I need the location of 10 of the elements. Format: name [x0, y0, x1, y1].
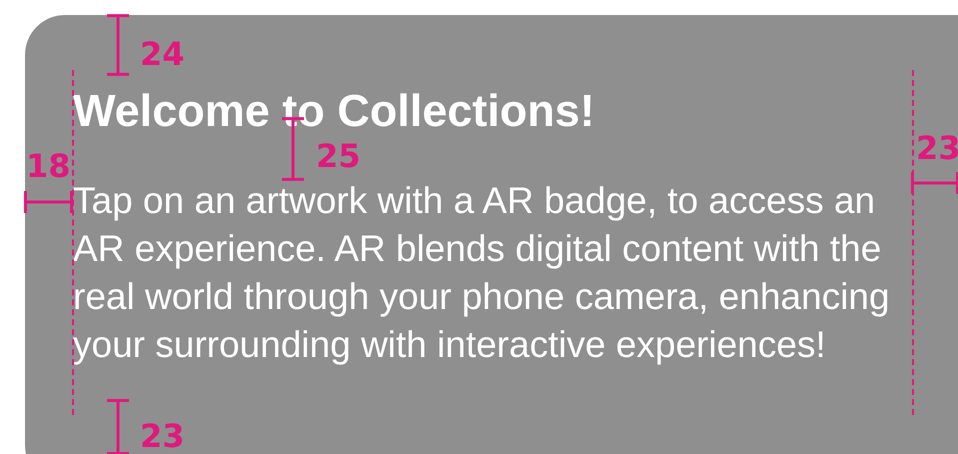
dimension-label: 25	[316, 138, 361, 174]
dimension-marker	[25, 191, 72, 213]
dimension-label: 24	[140, 36, 185, 72]
dimension-marker	[912, 172, 958, 194]
dimension-label: 18	[26, 148, 71, 184]
dimension-marker	[107, 15, 129, 75]
description-text: Tap on an artwork with a AR badge, to access an AR experience. AR blends digital content with the real world through your phone camera, enhancing your surrounding with interactive experiences!	[73, 179, 891, 367]
dimension-marker	[107, 400, 129, 454]
dimension-label: 23	[140, 418, 185, 454]
dimension-label: 23	[916, 130, 958, 166]
